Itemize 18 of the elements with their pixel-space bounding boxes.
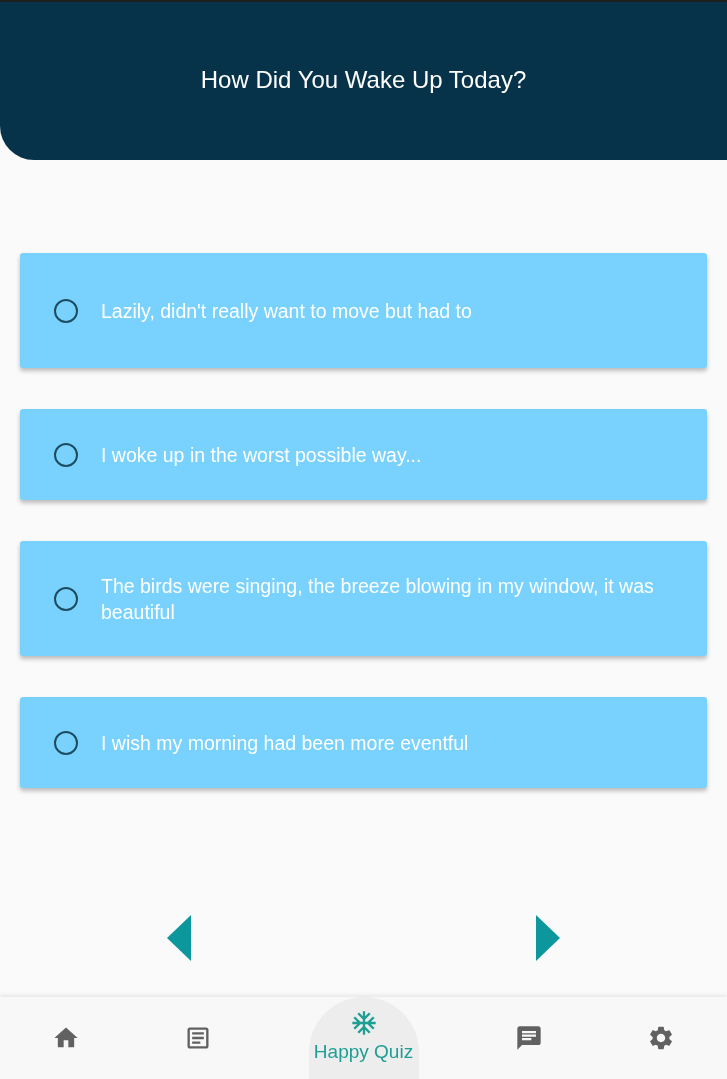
radio-button[interactable] [54,442,78,467]
option-text: I woke up in the worst possible way... [101,442,422,468]
snowflake-icon [349,1009,378,1037]
question-title: How Did You Wake Up Today? [200,65,527,95]
option-text: Lazily, didn't really want to move but had to [101,298,472,324]
radio-button[interactable] [54,298,78,323]
answer-option[interactable]: Lazily, didn't really want to move but had to [20,253,707,368]
answer-option[interactable]: I woke up in the worst possible way... [20,409,707,500]
radio-button[interactable] [54,586,78,611]
triangle-right-icon [536,915,560,961]
option-text: The birds were singing, the breeze blowing in my window, it was beautiful [101,573,655,625]
answer-option[interactable]: The birds were singing, the breeze blowing in my window, it was beautiful [20,541,707,656]
triangle-left-icon [167,915,191,961]
answer-option[interactable]: I wish my morning had been more eventful [20,697,707,788]
chat-icon [514,1024,543,1052]
nav-tab[interactable]: Happy Quiz [308,997,419,1079]
option-text: I wish my morning had been more eventful [101,730,469,756]
radio-button[interactable] [54,730,78,755]
